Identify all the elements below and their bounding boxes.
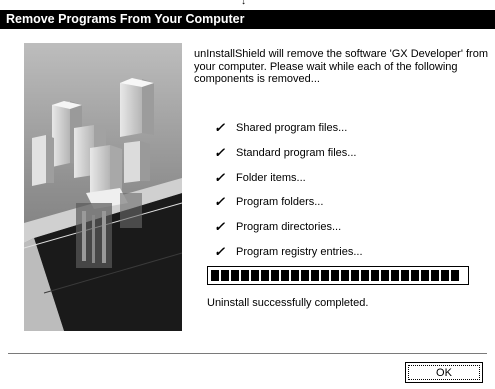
component-label: Standard program files... bbox=[236, 146, 357, 159]
buildings-illustration-icon bbox=[24, 43, 182, 331]
component-label: Folder items... bbox=[236, 171, 306, 184]
status-text: Uninstall successfully completed. bbox=[207, 297, 369, 309]
divider bbox=[8, 353, 487, 355]
checkmark-icon: ✓ bbox=[214, 194, 225, 210]
ok-button-label: OK bbox=[408, 365, 480, 380]
component-label: Program directories... bbox=[236, 221, 342, 234]
uninstall-description: unInstallShield will remove the software… bbox=[194, 48, 488, 85]
down-arrow-icon: ↓ bbox=[241, 0, 246, 7]
component-label: Program registry entries... bbox=[236, 245, 363, 258]
checkmark-icon: ✓ bbox=[214, 144, 225, 160]
progress-bar bbox=[207, 266, 469, 285]
progress-fill bbox=[211, 270, 459, 281]
component-label: Shared program files... bbox=[236, 122, 348, 134]
checkmark-icon: ✓ bbox=[214, 120, 225, 135]
checkmark-icon: ✓ bbox=[214, 243, 225, 259]
top-strip: ↓ bbox=[0, 0, 495, 10]
checkmark-icon: ✓ bbox=[214, 219, 225, 235]
component-label: Program folders... bbox=[236, 196, 324, 209]
window-title: Remove Programs From Your Computer bbox=[6, 12, 245, 26]
installer-illustration bbox=[24, 43, 182, 331]
ok-button[interactable]: OK bbox=[405, 362, 483, 383]
window-titlebar[interactable]: Remove Programs From Your Computer bbox=[0, 10, 495, 29]
checkmark-icon: ✓ bbox=[214, 169, 225, 185]
uninstall-dialog: Remove Programs From Your Computer unIns… bbox=[0, 10, 495, 389]
